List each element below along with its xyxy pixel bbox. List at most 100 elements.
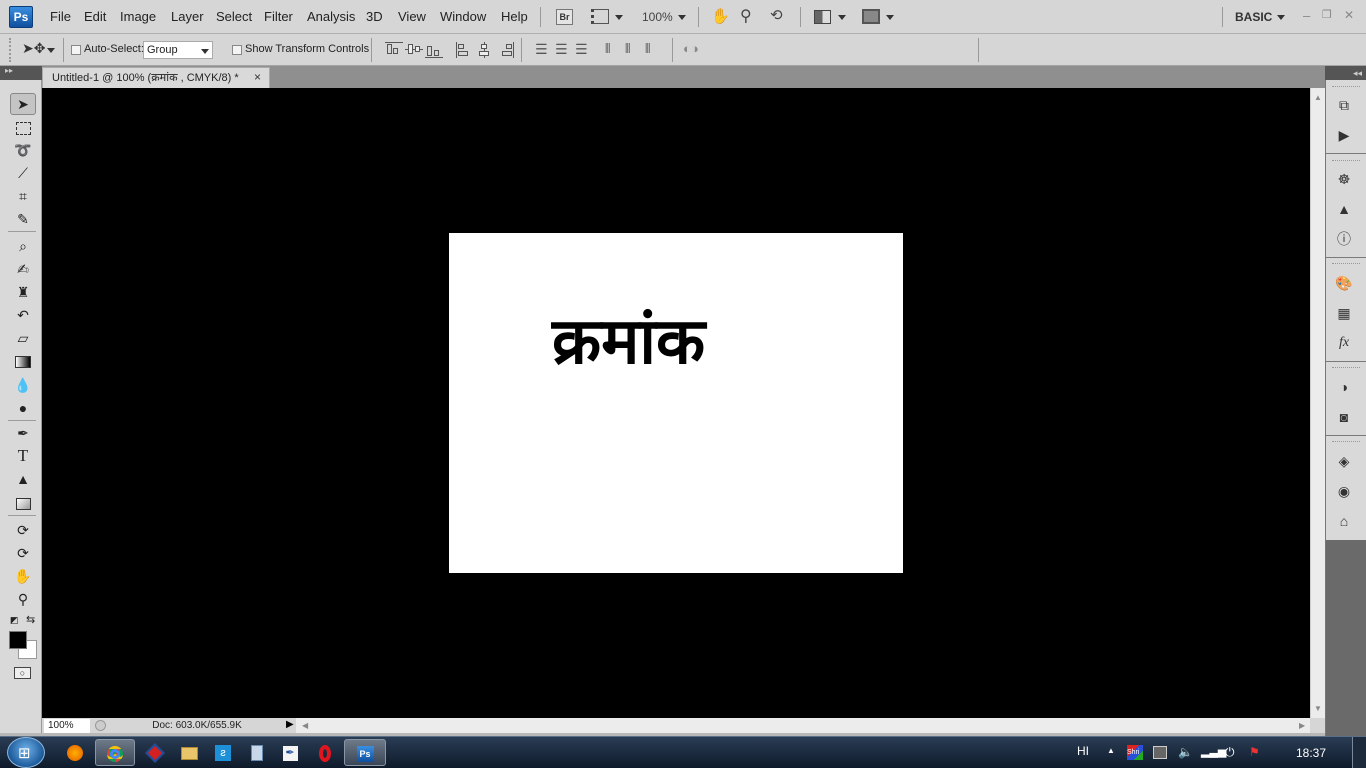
align-top-edges-button[interactable] [385, 42, 403, 58]
menu-edit[interactable]: Edit [84, 9, 106, 24]
zoom-tool-icon[interactable]: ⚲ [740, 6, 752, 26]
chevron-down-icon[interactable] [678, 15, 686, 20]
actions-panel-icon[interactable]: ▶ [1334, 125, 1354, 145]
align-horizontal-centers-button[interactable] [476, 42, 494, 58]
hand-tool-icon[interactable]: ✋ [711, 7, 730, 25]
collapse-dock-button[interactable]: ◂◂ [1325, 66, 1366, 80]
taskbar-firefox-icon[interactable] [57, 739, 93, 766]
arrange-documents-icon[interactable] [814, 10, 831, 24]
histogram-panel-icon[interactable]: ▲ [1334, 199, 1354, 219]
minimize-button[interactable]: – [1303, 8, 1310, 23]
spot-healing-brush-tool-icon[interactable]: ⌕ [11, 236, 35, 256]
distribute-horizontal-centers-button[interactable]: ⫴ [625, 41, 630, 57]
3d-orbit-tool-icon[interactable]: ⟳ [11, 543, 35, 563]
taskbar-photoshop-icon[interactable]: Ps [344, 739, 386, 766]
distribute-top-edges-button[interactable]: ☰ [535, 41, 548, 58]
menu-select[interactable]: Select [216, 9, 252, 24]
menu-layer[interactable]: Layer [171, 9, 204, 24]
zoom-tool-icon[interactable]: ⚲ [11, 589, 35, 609]
scroll-down-arrow[interactable]: ▼ [1314, 704, 1322, 713]
panel-group-grip[interactable] [1332, 367, 1360, 368]
taskbar-calculator-icon[interactable] [239, 739, 275, 766]
tray-app-icon[interactable] [1153, 746, 1167, 759]
action-center-flag-icon[interactable]: ⚑ [1249, 745, 1260, 759]
color-panel-icon[interactable]: 🎨 [1334, 273, 1354, 293]
quick-selection-tool-icon[interactable]: ⟋ [11, 163, 35, 183]
close-button[interactable]: ✕ [1344, 8, 1354, 22]
menu-window[interactable]: Window [440, 9, 486, 24]
menu-image[interactable]: Image [120, 9, 156, 24]
rectangle-tool-icon[interactable] [11, 493, 35, 513]
taskbar-app-red-cube-icon[interactable] [137, 739, 173, 766]
document-tab[interactable]: Untitled-1 @ 100% (क्रमांक , CMYK/8) * [42, 67, 270, 88]
type-tool-icon[interactable]: T [11, 446, 35, 466]
chevron-down-icon[interactable] [615, 15, 623, 20]
chevron-down-icon[interactable] [838, 15, 846, 20]
swatches-panel-icon[interactable]: ▦ [1334, 303, 1354, 323]
eraser-tool-icon[interactable]: ▱ [11, 328, 35, 348]
move-tool-icon[interactable]: ➤✥ [22, 40, 45, 57]
hand-tool-icon[interactable]: ✋ [11, 566, 35, 586]
power-plug-icon[interactable]: ⏻ [1225, 745, 1235, 760]
pen-tool-icon[interactable]: ✒ [11, 423, 35, 443]
info-panel-icon[interactable]: ⓘ [1334, 229, 1354, 249]
taskbar-app-quill-icon[interactable]: ✒ [272, 739, 308, 766]
align-left-edges-button[interactable] [456, 42, 474, 58]
taskbar-clock[interactable]: 18:37 [1296, 746, 1326, 760]
document-canvas[interactable] [449, 233, 903, 573]
distribute-right-edges-button[interactable]: ⫴ [645, 41, 650, 57]
distribute-left-edges-button[interactable]: ⫴ [605, 41, 610, 57]
network-signal-icon[interactable]: ▂▃▅ [1201, 745, 1226, 758]
restore-button[interactable]: ❐ [1322, 8, 1332, 21]
swap-colors-icon[interactable]: ⇆ [26, 613, 35, 626]
view-extras-icon[interactable] [591, 9, 609, 24]
menu-view[interactable]: View [398, 9, 426, 24]
show-transform-controls-checkbox[interactable] [232, 45, 242, 55]
blur-tool-icon[interactable]: 💧 [11, 375, 35, 395]
distribute-bottom-edges-button[interactable]: ☰ [575, 41, 588, 58]
chevron-down-icon[interactable] [201, 49, 209, 54]
clone-stamp-tool-icon[interactable]: ♜ [11, 282, 35, 302]
input-language-indicator[interactable]: HI [1077, 744, 1089, 758]
brush-tool-icon[interactable]: ✍ [11, 259, 35, 279]
auto-align-layers-button[interactable]: ◐◑ [683, 41, 699, 56]
scroll-left-arrow[interactable]: ◀ [302, 721, 308, 730]
gradient-tool-icon[interactable] [11, 351, 35, 371]
workspace-switcher[interactable]: BASIC [1235, 10, 1272, 24]
auto-select-checkbox[interactable] [71, 45, 81, 55]
launch-bridge-button[interactable]: Br [556, 9, 573, 25]
close-document-tab-button[interactable]: × [254, 70, 261, 84]
show-desktop-button[interactable] [1352, 737, 1366, 768]
panel-group-grip[interactable] [1332, 441, 1360, 442]
taskbar-opera-icon[interactable] [307, 739, 343, 766]
horizontal-scrollbar[interactable]: ◀ ▶ [296, 718, 1310, 733]
scroll-right-arrow[interactable]: ▶ [1299, 721, 1305, 730]
taskbar-windows-explorer-icon[interactable] [171, 739, 207, 766]
lasso-tool-icon[interactable]: ➰ [11, 140, 35, 160]
chevron-down-icon[interactable] [1277, 15, 1285, 20]
taskbar-app-blue-pen-icon[interactable]: ƨ [205, 739, 241, 766]
history-brush-tool-icon[interactable]: ↶ [11, 305, 35, 325]
navigator-panel-icon[interactable]: ☸ [1334, 169, 1354, 189]
align-bottom-edges-button[interactable] [425, 42, 443, 58]
menu-3d[interactable]: 3D [366, 9, 383, 24]
chevron-down-icon[interactable] [886, 15, 894, 20]
align-right-edges-button[interactable] [496, 42, 514, 58]
zoom-level-field[interactable]: 100% [44, 719, 90, 733]
toolbox-header[interactable]: ▸▸ [0, 66, 42, 80]
paths-panel-icon[interactable]: ⌂ [1334, 511, 1354, 531]
scroll-up-arrow[interactable]: ▲ [1314, 93, 1322, 102]
show-hidden-icons-button[interactable]: ▲ [1107, 746, 1115, 755]
history-panel-icon[interactable]: ⧉ [1334, 95, 1354, 115]
tray-shri-icon[interactable]: Shri [1127, 745, 1143, 760]
panel-group-grip[interactable] [1332, 86, 1360, 87]
vertical-scrollbar[interactable]: ▲ ▼ [1310, 88, 1325, 718]
channels-panel-icon[interactable]: ◉ [1334, 481, 1354, 501]
styles-panel-icon[interactable]: fx [1334, 333, 1354, 353]
quick-mask-mode-icon[interactable]: ○ [14, 667, 31, 679]
panel-group-grip[interactable] [1332, 263, 1360, 264]
dodge-tool-icon[interactable]: ● [11, 398, 35, 418]
layers-panel-icon[interactable]: ◈ [1334, 451, 1354, 471]
move-tool-icon[interactable]: ➤ [11, 94, 35, 114]
align-vertical-centers-button[interactable] [405, 42, 423, 58]
